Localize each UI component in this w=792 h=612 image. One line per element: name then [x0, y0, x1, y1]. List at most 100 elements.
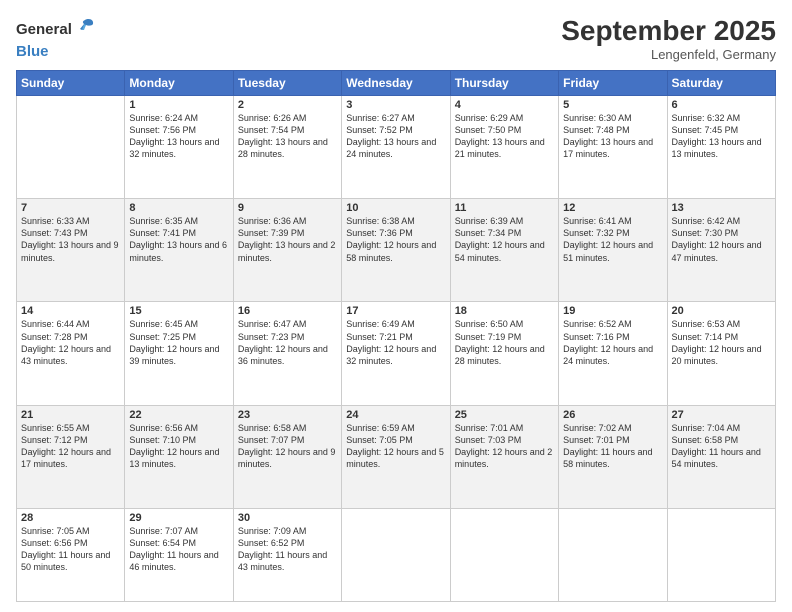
- cell-info: Sunrise: 6:47 AMSunset: 7:23 PMDaylight:…: [238, 318, 337, 367]
- cell-info: Sunrise: 6:24 AMSunset: 7:56 PMDaylight:…: [129, 112, 228, 161]
- day-number: 27: [672, 409, 771, 421]
- cell-info: Sunrise: 6:45 AMSunset: 7:25 PMDaylight:…: [129, 318, 228, 367]
- day-header-friday: Friday: [559, 70, 667, 95]
- cell-info: Sunrise: 6:32 AMSunset: 7:45 PMDaylight:…: [672, 112, 771, 161]
- calendar-cell: 9Sunrise: 6:36 AMSunset: 7:39 PMDaylight…: [233, 199, 341, 302]
- calendar-cell: 10Sunrise: 6:38 AMSunset: 7:36 PMDayligh…: [342, 199, 450, 302]
- calendar-cell: 1Sunrise: 6:24 AMSunset: 7:56 PMDaylight…: [125, 95, 233, 198]
- day-header-sunday: Sunday: [17, 70, 125, 95]
- day-number: 8: [129, 202, 228, 214]
- day-number: 17: [346, 305, 445, 317]
- cell-info: Sunrise: 6:44 AMSunset: 7:28 PMDaylight:…: [21, 318, 120, 367]
- day-number: 19: [563, 305, 662, 317]
- calendar-cell: 4Sunrise: 6:29 AMSunset: 7:50 PMDaylight…: [450, 95, 558, 198]
- cell-info: Sunrise: 7:01 AMSunset: 7:03 PMDaylight:…: [455, 422, 554, 471]
- cell-info: Sunrise: 6:50 AMSunset: 7:19 PMDaylight:…: [455, 318, 554, 367]
- day-number: 2: [238, 99, 337, 111]
- cell-info: Sunrise: 6:39 AMSunset: 7:34 PMDaylight:…: [455, 215, 554, 264]
- logo-general: General: [16, 21, 72, 39]
- day-number: 21: [21, 409, 120, 421]
- location: Lengenfeld, Germany: [561, 47, 776, 62]
- cell-info: Sunrise: 6:27 AMSunset: 7:52 PMDaylight:…: [346, 112, 445, 161]
- cell-info: Sunrise: 7:09 AMSunset: 6:52 PMDaylight:…: [238, 525, 337, 574]
- day-header-wednesday: Wednesday: [342, 70, 450, 95]
- day-number: 15: [129, 305, 228, 317]
- calendar-cell: 27Sunrise: 7:04 AMSunset: 6:58 PMDayligh…: [667, 405, 775, 508]
- day-header-thursday: Thursday: [450, 70, 558, 95]
- cell-info: Sunrise: 6:35 AMSunset: 7:41 PMDaylight:…: [129, 215, 228, 264]
- calendar-cell: [559, 508, 667, 601]
- cell-info: Sunrise: 6:42 AMSunset: 7:30 PMDaylight:…: [672, 215, 771, 264]
- header-row: SundayMondayTuesdayWednesdayThursdayFrid…: [17, 70, 776, 95]
- day-number: 30: [238, 512, 337, 524]
- calendar-cell: 6Sunrise: 6:32 AMSunset: 7:45 PMDaylight…: [667, 95, 775, 198]
- calendar-cell: 25Sunrise: 7:01 AMSunset: 7:03 PMDayligh…: [450, 405, 558, 508]
- day-number: 18: [455, 305, 554, 317]
- calendar-table: SundayMondayTuesdayWednesdayThursdayFrid…: [16, 70, 776, 602]
- cell-info: Sunrise: 6:41 AMSunset: 7:32 PMDaylight:…: [563, 215, 662, 264]
- week-row-1: 1Sunrise: 6:24 AMSunset: 7:56 PMDaylight…: [17, 95, 776, 198]
- calendar-cell: 23Sunrise: 6:58 AMSunset: 7:07 PMDayligh…: [233, 405, 341, 508]
- cell-info: Sunrise: 6:30 AMSunset: 7:48 PMDaylight:…: [563, 112, 662, 161]
- calendar-cell: 12Sunrise: 6:41 AMSunset: 7:32 PMDayligh…: [559, 199, 667, 302]
- day-header-monday: Monday: [125, 70, 233, 95]
- logo-blue: Blue: [16, 43, 49, 60]
- title-block: September 2025 Lengenfeld, Germany: [561, 16, 776, 62]
- calendar-cell: 19Sunrise: 6:52 AMSunset: 7:16 PMDayligh…: [559, 302, 667, 405]
- logo: General Blue: [16, 16, 96, 61]
- cell-info: Sunrise: 7:02 AMSunset: 7:01 PMDaylight:…: [563, 422, 662, 471]
- day-number: 25: [455, 409, 554, 421]
- calendar-cell: 15Sunrise: 6:45 AMSunset: 7:25 PMDayligh…: [125, 302, 233, 405]
- calendar-cell: 22Sunrise: 6:56 AMSunset: 7:10 PMDayligh…: [125, 405, 233, 508]
- day-number: 10: [346, 202, 445, 214]
- day-number: 5: [563, 99, 662, 111]
- day-number: 14: [21, 305, 120, 317]
- calendar-cell: 30Sunrise: 7:09 AMSunset: 6:52 PMDayligh…: [233, 508, 341, 601]
- calendar-cell: 7Sunrise: 6:33 AMSunset: 7:43 PMDaylight…: [17, 199, 125, 302]
- day-header-saturday: Saturday: [667, 70, 775, 95]
- day-number: 12: [563, 202, 662, 214]
- week-row-3: 14Sunrise: 6:44 AMSunset: 7:28 PMDayligh…: [17, 302, 776, 405]
- calendar-cell: [450, 508, 558, 601]
- calendar-cell: 24Sunrise: 6:59 AMSunset: 7:05 PMDayligh…: [342, 405, 450, 508]
- calendar-cell: [17, 95, 125, 198]
- calendar-cell: 28Sunrise: 7:05 AMSunset: 6:56 PMDayligh…: [17, 508, 125, 601]
- cell-info: Sunrise: 7:07 AMSunset: 6:54 PMDaylight:…: [129, 525, 228, 574]
- calendar-cell: [342, 508, 450, 601]
- cell-info: Sunrise: 6:52 AMSunset: 7:16 PMDaylight:…: [563, 318, 662, 367]
- week-row-2: 7Sunrise: 6:33 AMSunset: 7:43 PMDaylight…: [17, 199, 776, 302]
- week-row-5: 28Sunrise: 7:05 AMSunset: 6:56 PMDayligh…: [17, 508, 776, 601]
- day-number: 11: [455, 202, 554, 214]
- calendar-cell: 8Sunrise: 6:35 AMSunset: 7:41 PMDaylight…: [125, 199, 233, 302]
- cell-info: Sunrise: 6:26 AMSunset: 7:54 PMDaylight:…: [238, 112, 337, 161]
- calendar-cell: 18Sunrise: 6:50 AMSunset: 7:19 PMDayligh…: [450, 302, 558, 405]
- cell-info: Sunrise: 6:55 AMSunset: 7:12 PMDaylight:…: [21, 422, 120, 471]
- calendar-cell: 11Sunrise: 6:39 AMSunset: 7:34 PMDayligh…: [450, 199, 558, 302]
- cell-info: Sunrise: 7:04 AMSunset: 6:58 PMDaylight:…: [672, 422, 771, 471]
- day-number: 23: [238, 409, 337, 421]
- day-number: 9: [238, 202, 337, 214]
- day-number: 3: [346, 99, 445, 111]
- day-number: 24: [346, 409, 445, 421]
- calendar-cell: 13Sunrise: 6:42 AMSunset: 7:30 PMDayligh…: [667, 199, 775, 302]
- calendar-cell: 26Sunrise: 7:02 AMSunset: 7:01 PMDayligh…: [559, 405, 667, 508]
- day-number: 13: [672, 202, 771, 214]
- cell-info: Sunrise: 7:05 AMSunset: 6:56 PMDaylight:…: [21, 525, 120, 574]
- page: General Blue September 2025 Lengenfeld, …: [0, 0, 792, 612]
- calendar-cell: 16Sunrise: 6:47 AMSunset: 7:23 PMDayligh…: [233, 302, 341, 405]
- cell-info: Sunrise: 6:49 AMSunset: 7:21 PMDaylight:…: [346, 318, 445, 367]
- cell-info: Sunrise: 6:58 AMSunset: 7:07 PMDaylight:…: [238, 422, 337, 471]
- calendar-cell: 3Sunrise: 6:27 AMSunset: 7:52 PMDaylight…: [342, 95, 450, 198]
- logo-bird-icon: [74, 16, 96, 43]
- day-number: 26: [563, 409, 662, 421]
- day-number: 20: [672, 305, 771, 317]
- calendar-cell: 5Sunrise: 6:30 AMSunset: 7:48 PMDaylight…: [559, 95, 667, 198]
- header: General Blue September 2025 Lengenfeld, …: [16, 16, 776, 62]
- month-title: September 2025: [561, 16, 776, 47]
- cell-info: Sunrise: 6:36 AMSunset: 7:39 PMDaylight:…: [238, 215, 337, 264]
- cell-info: Sunrise: 6:29 AMSunset: 7:50 PMDaylight:…: [455, 112, 554, 161]
- calendar-cell: [667, 508, 775, 601]
- day-number: 4: [455, 99, 554, 111]
- calendar-cell: 20Sunrise: 6:53 AMSunset: 7:14 PMDayligh…: [667, 302, 775, 405]
- cell-info: Sunrise: 6:38 AMSunset: 7:36 PMDaylight:…: [346, 215, 445, 264]
